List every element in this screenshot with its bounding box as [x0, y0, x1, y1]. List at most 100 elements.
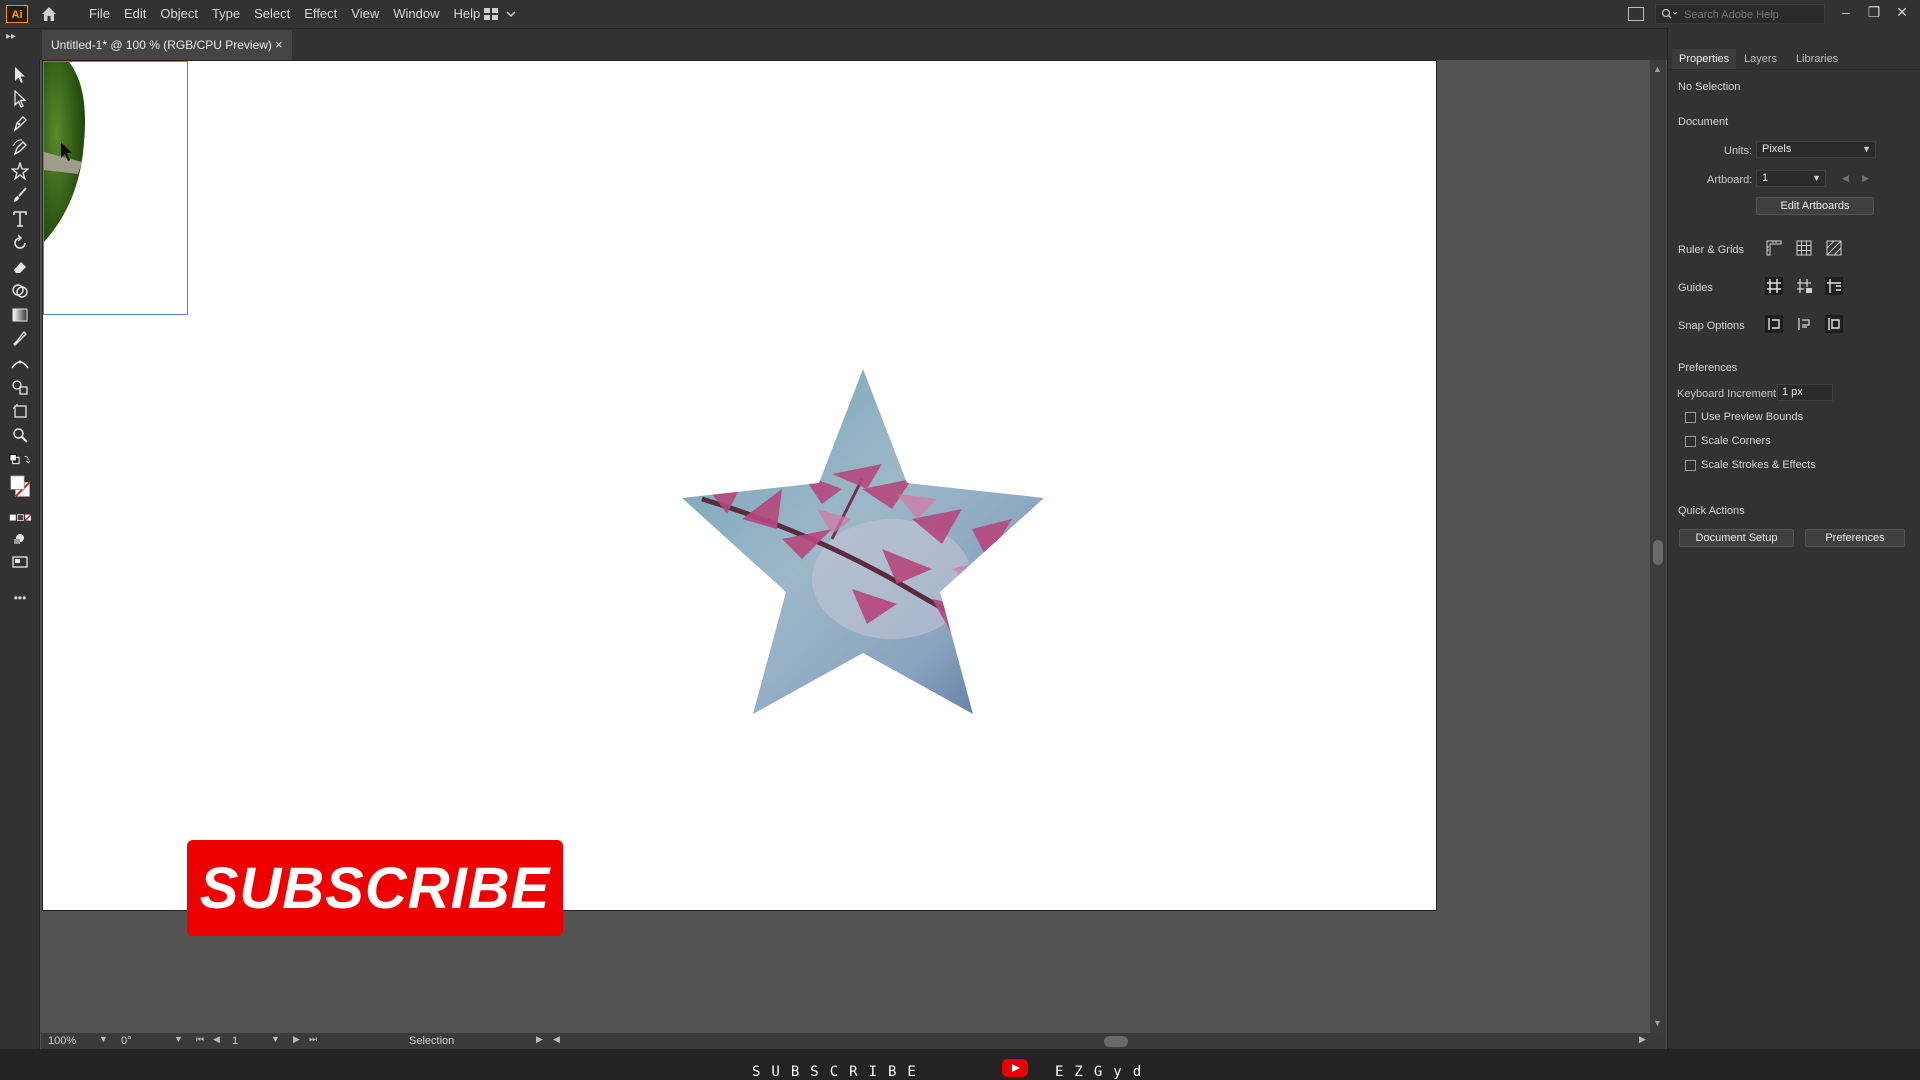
fill-stroke-swatch[interactable] [9, 470, 31, 502]
pen-tool-icon[interactable] [9, 113, 31, 133]
search-adobe-help[interactable] [1655, 4, 1825, 24]
document-setup-button[interactable]: Document Setup [1679, 529, 1794, 547]
home-icon[interactable] [40, 5, 58, 23]
use-preview-bounds-checkbox[interactable] [1685, 412, 1696, 423]
last-artboard-icon[interactable]: ⏭ [309, 1034, 317, 1045]
symbol-sprayer-tool-icon[interactable] [9, 377, 31, 397]
quick-actions-heading: Quick Actions [1678, 505, 1745, 517]
placed-image-partial[interactable] [43, 61, 188, 315]
previous-artboard-icon[interactable]: ◀ [213, 1034, 220, 1045]
close-window-button[interactable]: ✕ [1894, 4, 1910, 20]
horizontal-scroll-thumb[interactable] [1104, 1036, 1128, 1047]
draw-mode-icon[interactable] [9, 528, 31, 548]
artboard-select[interactable]: 1 ▼ [1756, 170, 1826, 187]
menu-type[interactable]: Type [205, 0, 247, 28]
subscribe-banner[interactable]: SUBSCRIBE [187, 840, 563, 936]
gradient-tool-icon[interactable] [9, 305, 31, 325]
artboard-number[interactable]: 1 [232, 1034, 238, 1048]
document-tab[interactable]: Untitled-1* @ 100 % (RGB/CPU Preview) × [42, 30, 292, 60]
paintbrush-tool-icon[interactable] [9, 185, 31, 205]
edit-toolbar-more-icon[interactable]: ••• [9, 588, 31, 608]
status-menu-icon[interactable]: ▶ [536, 1034, 543, 1045]
direct-selection-tool-icon[interactable] [9, 89, 31, 109]
scale-corners-checkbox[interactable] [1685, 436, 1696, 447]
artboard-tool-icon[interactable] [9, 401, 31, 421]
toolbar-collapse-icon[interactable]: ▸▸ [6, 31, 16, 42]
screen-mode-icon[interactable] [9, 552, 31, 572]
first-artboard-icon[interactable]: ⏮ [196, 1034, 204, 1045]
show-guides-icon[interactable] [1763, 275, 1785, 297]
workspace-switcher[interactable] [483, 6, 519, 22]
keyboard-increment-field[interactable]: 1 px [1777, 384, 1833, 401]
keyboard-increment-label: Keyboard Increment: [1677, 388, 1780, 400]
menu-view[interactable]: View [344, 0, 386, 28]
menu-effect[interactable]: Effect [297, 0, 344, 28]
transparency-grid-icon[interactable] [1823, 237, 1845, 259]
artboard[interactable] [42, 60, 1437, 911]
star-tool-icon[interactable] [9, 161, 31, 181]
scroll-down-icon[interactable]: ▼ [1653, 1018, 1662, 1028]
units-select[interactable]: Pixels ▼ [1756, 141, 1876, 158]
canvas-vertical-scrollbar[interactable]: ▲ ▼ [1650, 60, 1666, 1049]
shape-builder-tool-icon[interactable] [9, 281, 31, 301]
vertical-scroll-thumb[interactable] [1653, 540, 1663, 565]
video-overlay-strip [0, 1049, 1920, 1080]
canvas-area[interactable]: SUBSCRIBE [41, 60, 1650, 1049]
arrange-documents-icon[interactable] [1628, 7, 1644, 21]
eraser-tool-icon[interactable] [9, 257, 31, 277]
snap-to-glyph-icon[interactable] [1823, 313, 1845, 335]
close-tab-icon[interactable]: × [275, 37, 283, 52]
snap-to-point-icon[interactable] [1763, 313, 1785, 335]
zoom-dropdown-icon[interactable]: ▼ [99, 1034, 108, 1044]
default-colors-icon[interactable] [9, 450, 31, 470]
snap-options-label: Snap Options [1678, 320, 1745, 332]
next-artboard-icon[interactable]: ▶ [293, 1034, 300, 1045]
subscribe-banner-text: SUBSCRIBE [199, 855, 551, 921]
restore-button[interactable]: ❐ [1866, 4, 1882, 20]
document-heading: Document [1678, 116, 1729, 128]
search-input[interactable] [1682, 6, 1824, 24]
zoom-level[interactable]: 100% [48, 1034, 76, 1048]
scroll-right-icon[interactable]: ▶ [1639, 1034, 1646, 1045]
previous-artboard-arrow-icon[interactable]: ◀ [1842, 173, 1849, 184]
menu-window[interactable]: Window [386, 0, 446, 28]
lock-guides-icon[interactable] [1793, 275, 1815, 297]
type-tool-icon[interactable] [9, 209, 31, 229]
rulers-icon[interactable] [1763, 237, 1785, 259]
curvature-tool-icon[interactable] [9, 137, 31, 157]
menu-bar: Ai File Edit Object Type Select Effect V… [0, 0, 1920, 28]
menu-file[interactable]: File [82, 0, 117, 28]
tab-properties[interactable]: Properties [1672, 49, 1737, 69]
edit-artboards-button[interactable]: Edit Artboards [1756, 197, 1874, 215]
artboard-dropdown-icon[interactable]: ▼ [271, 1034, 280, 1044]
document-tab-title: Untitled-1* @ 100 % (RGB/CPU Preview) [51, 38, 272, 52]
ruler-grids-label: Ruler & Grids [1678, 244, 1745, 256]
minimize-button[interactable]: – [1838, 4, 1854, 20]
rotation-dropdown-icon[interactable]: ▼ [174, 1034, 183, 1044]
next-artboard-arrow-icon[interactable]: ▶ [1862, 173, 1869, 184]
eyedropper-tool-icon[interactable] [9, 329, 31, 349]
menu-object[interactable]: Object [153, 0, 205, 28]
tab-libraries[interactable]: Libraries [1789, 49, 1845, 69]
youtube-play-icon[interactable] [1002, 1059, 1028, 1077]
scroll-left-icon[interactable]: ◀ [553, 1034, 560, 1045]
tab-layers[interactable]: Layers [1737, 49, 1784, 69]
snap-to-pixel-icon[interactable] [1793, 313, 1815, 335]
rotation-value[interactable]: 0° [121, 1034, 132, 1048]
grid-icon[interactable] [1793, 237, 1815, 259]
selection-tool-icon[interactable] [9, 65, 31, 85]
color-mode-icons[interactable] [9, 508, 31, 528]
preferences-heading: Preferences [1678, 362, 1738, 374]
smart-guides-icon[interactable] [1823, 275, 1845, 297]
menu-help[interactable]: Help [446, 0, 487, 28]
menu-edit[interactable]: Edit [117, 0, 153, 28]
scale-strokes-effects-checkbox[interactable] [1685, 460, 1696, 471]
width-tool-icon[interactable] [9, 353, 31, 373]
rotate-tool-icon[interactable] [9, 233, 31, 253]
star-clipped-photo[interactable] [682, 369, 1044, 714]
zoom-tool-icon[interactable] [9, 425, 31, 445]
status-bar: 100% ▼ 0° ▼ ⏮ ◀ 1 ▼ ▶ ⏭ Selection ▶ ◀ ▶ [41, 1033, 1666, 1049]
preferences-button[interactable]: Preferences [1805, 529, 1905, 547]
scroll-up-icon[interactable]: ▲ [1653, 64, 1662, 74]
menu-select[interactable]: Select [247, 0, 297, 28]
